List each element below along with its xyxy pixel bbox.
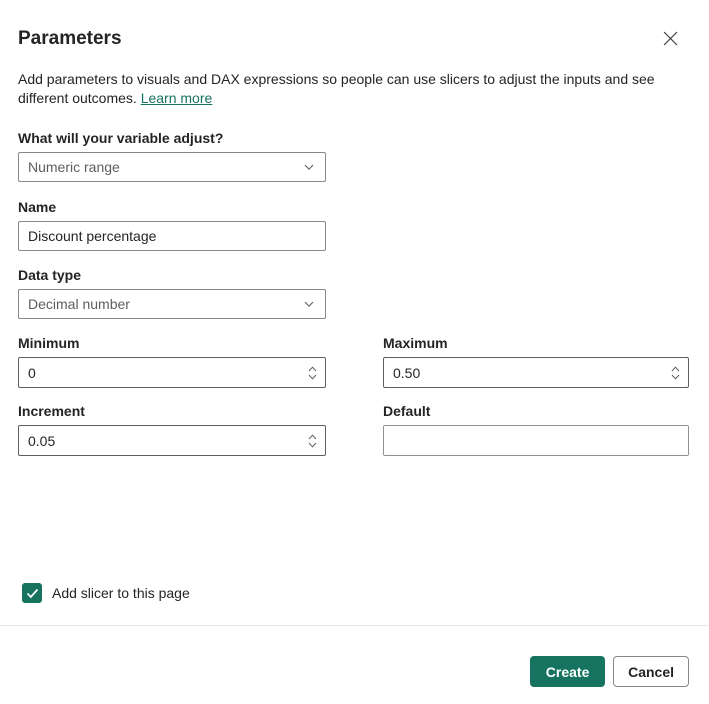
default-label: Default — [383, 403, 431, 419]
data-type-value: Decimal number — [28, 296, 130, 312]
field-maximum: Maximum — [383, 319, 689, 388]
dialog-title: Parameters — [18, 28, 122, 49]
row-increment-default: Increment Default — [18, 388, 689, 456]
chevron-up-icon[interactable] — [308, 433, 317, 440]
checkbox-label: Add slicer to this page — [52, 585, 190, 601]
field-data-type: Data type Decimal number — [18, 267, 689, 319]
field-name: Name — [18, 199, 689, 251]
minimum-input[interactable] — [18, 357, 326, 388]
variable-adjust-value: Numeric range — [28, 159, 120, 175]
field-variable-adjust: What will your variable adjust? Numeric … — [18, 130, 689, 182]
description-text: Add parameters to visuals and DAX expres… — [18, 71, 655, 106]
footer-divider — [0, 625, 709, 626]
row-min-max: Minimum Maximum — [18, 319, 689, 388]
name-label: Name — [18, 199, 57, 215]
chevron-up-icon[interactable] — [308, 365, 317, 372]
minimum-label: Minimum — [18, 335, 80, 351]
chevron-down-icon — [304, 164, 314, 170]
maximum-input[interactable] — [383, 357, 689, 388]
increment-input[interactable] — [18, 425, 326, 456]
maximum-label: Maximum — [383, 335, 448, 351]
add-slicer-checkbox[interactable]: Add slicer to this page — [22, 583, 689, 603]
field-default: Default — [383, 388, 689, 456]
chevron-down-icon[interactable] — [671, 374, 680, 380]
dialog-description: Add parameters to visuals and DAX expres… — [18, 70, 670, 108]
field-increment: Increment — [18, 388, 326, 456]
checkmark-icon — [26, 588, 38, 598]
chevron-down-icon[interactable] — [308, 374, 317, 380]
increment-spin-buttons — [308, 433, 317, 448]
close-icon — [663, 31, 678, 46]
maximum-spin-buttons — [671, 365, 680, 380]
field-minimum: Minimum — [18, 319, 326, 388]
chevron-down-icon[interactable] — [308, 442, 317, 448]
minimum-spinner — [18, 357, 326, 388]
maximum-spinner — [383, 357, 689, 388]
variable-adjust-label: What will your variable adjust? — [18, 130, 224, 146]
learn-more-link[interactable]: Learn more — [141, 90, 213, 106]
data-type-dropdown[interactable]: Decimal number — [18, 289, 326, 319]
dialog-footer: Create Cancel — [18, 656, 689, 687]
minimum-spin-buttons — [308, 365, 317, 380]
create-button[interactable]: Create — [530, 656, 606, 687]
data-type-label: Data type — [18, 267, 82, 283]
name-input[interactable] — [18, 221, 326, 251]
checkbox-box[interactable] — [22, 583, 42, 603]
dialog-header: Parameters — [18, 28, 689, 49]
chevron-down-icon — [304, 301, 314, 307]
cancel-button[interactable]: Cancel — [613, 656, 689, 687]
default-input[interactable] — [383, 425, 689, 456]
variable-adjust-dropdown[interactable]: Numeric range — [18, 152, 326, 182]
close-button[interactable] — [660, 28, 681, 49]
parameters-dialog: Parameters Add parameters to visuals and… — [0, 0, 709, 704]
chevron-up-icon[interactable] — [671, 365, 680, 372]
increment-spinner — [18, 425, 326, 456]
increment-label: Increment — [18, 403, 85, 419]
